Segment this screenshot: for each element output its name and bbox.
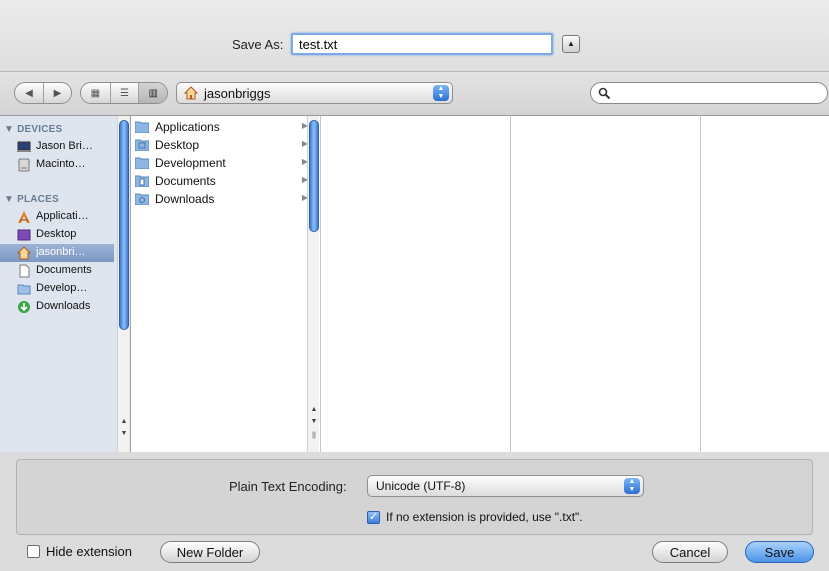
hide-extension-row[interactable]: Hide extension	[27, 544, 132, 559]
extension-checkbox-row[interactable]: ✓ If no extension is provided, use ".txt…	[367, 510, 583, 524]
column-1-scrollbar[interactable]: ▲ ▼ ||	[307, 116, 319, 452]
sidebar-scroll-thumb[interactable]	[119, 120, 129, 330]
file-browser: ▼ DEVICES Jason Bri… Macinto… ▼ PLACES A…	[0, 116, 829, 452]
sidebar-item-label: Applicati…	[36, 210, 89, 222]
sidebar-item-documents[interactable]: Documents	[0, 262, 114, 280]
back-button[interactable]: ◀	[15, 83, 43, 103]
search-icon	[598, 87, 611, 100]
browser-column-2	[321, 116, 511, 452]
column-1-scroll-thumb[interactable]	[309, 120, 319, 232]
sidebar-item-label: jasonbri…	[36, 246, 86, 258]
desktop-icon	[17, 229, 31, 241]
filename-input[interactable]	[291, 33, 553, 55]
sidebar-item-jason-computer[interactable]: Jason Bri…	[0, 138, 114, 156]
list-item[interactable]: Development ▶	[131, 154, 320, 172]
sidebar-item-label: Downloads	[36, 300, 91, 312]
location-label: jasonbriggs	[204, 86, 271, 101]
places-heading: ▼ PLACES	[4, 194, 59, 205]
sidebar-item-label: Documents	[36, 264, 92, 276]
list-item[interactable]: Desktop ▶	[131, 136, 320, 154]
collapse-dialog-button[interactable]: ▲	[562, 35, 580, 53]
list-icon: ☰	[120, 87, 129, 99]
scroll-up-arrow-icon[interactable]: ▲	[308, 404, 320, 415]
list-item[interactable]: Documents ▶	[131, 172, 320, 190]
sidebar-item-macintosh-hd[interactable]: Macinto…	[0, 156, 114, 174]
save-as-label: Save As:	[232, 37, 284, 52]
item-label: Desktop	[155, 138, 200, 152]
devices-heading: ▼ DEVICES	[4, 124, 63, 135]
extension-checkbox[interactable]: ✓	[367, 510, 380, 524]
cancel-button[interactable]: Cancel	[652, 541, 728, 563]
extension-checkbox-label: If no extension is provided, use ".txt".	[386, 510, 583, 524]
applications-folder-icon	[135, 121, 149, 133]
nav-buttons: ◀ ▶	[14, 82, 72, 104]
encoding-popup[interactable]: Unicode (UTF-8) ▲ ▼	[367, 475, 644, 497]
sidebar-item-development[interactable]: Develop…	[0, 280, 114, 298]
list-item[interactable]: Applications ▶	[131, 118, 320, 136]
triangle-up-icon: ▲	[567, 39, 575, 48]
forward-button[interactable]: ▶	[43, 83, 71, 103]
forward-arrow-icon: ▶	[53, 87, 62, 99]
desktop-folder-icon	[135, 139, 149, 151]
sidebar-item-home[interactable]: jasonbri…	[0, 244, 114, 262]
sidebar-scrollbar[interactable]: ▲ ▼	[117, 116, 129, 452]
popup-arrows-icon: ▲ ▼	[433, 85, 449, 101]
item-label: Downloads	[155, 192, 215, 206]
hard-drive-icon	[18, 158, 30, 172]
new-folder-button[interactable]: New Folder	[160, 541, 260, 563]
back-arrow-icon: ◀	[25, 87, 33, 99]
item-label: Development	[155, 156, 226, 170]
encoding-options-panel: Plain Text Encoding: Unicode (UTF-8) ▲ ▼ …	[16, 459, 813, 535]
downloads-folder-icon	[135, 193, 149, 205]
checkmark-icon: ✓	[368, 510, 379, 523]
browser-toolbar: ◀ ▶ ▦ ☰ ▥ jasonbriggs ▲ ▼	[0, 72, 829, 116]
list-view-button[interactable]: ☰	[109, 83, 139, 103]
sidebar-item-desktop[interactable]: Desktop	[0, 226, 114, 244]
hide-extension-label: Hide extension	[46, 544, 132, 559]
item-label: Applications	[155, 120, 220, 134]
computer-icon	[17, 141, 31, 152]
documents-folder-icon	[135, 175, 149, 187]
browser-column-4	[701, 116, 829, 452]
encoding-value: Unicode (UTF-8)	[376, 479, 466, 493]
columns-icon: ▥	[148, 87, 158, 99]
downloads-icon	[18, 301, 30, 313]
folder-icon	[135, 157, 149, 169]
dialog-footer: Plain Text Encoding: Unicode (UTF-8) ▲ ▼ …	[0, 452, 829, 571]
browser-column-3	[511, 116, 701, 452]
sidebar-item-label: Develop…	[36, 282, 88, 294]
list-item[interactable]: Downloads ▶	[131, 190, 320, 208]
hide-extension-checkbox[interactable]	[27, 545, 40, 558]
view-mode-buttons: ▦ ☰ ▥	[80, 82, 168, 104]
scroll-up-arrow-icon[interactable]: ▲	[118, 416, 130, 427]
save-button[interactable]: Save	[745, 541, 814, 563]
icon-view-button[interactable]: ▦	[81, 83, 110, 103]
column-resize-handle[interactable]: ||	[308, 430, 320, 441]
browser-column-1: Applications ▶ Desktop ▶ Development ▶ D…	[131, 116, 321, 452]
sidebar-item-downloads[interactable]: Downloads	[0, 298, 114, 316]
document-icon	[19, 264, 30, 278]
encoding-label: Plain Text Encoding:	[229, 479, 347, 494]
home-icon	[17, 246, 31, 260]
sidebar: ▼ DEVICES Jason Bri… Macinto… ▼ PLACES A…	[0, 116, 131, 452]
scroll-down-arrow-icon[interactable]: ▼	[308, 416, 320, 427]
location-popup[interactable]: jasonbriggs ▲ ▼	[176, 82, 453, 104]
search-field[interactable]	[590, 82, 828, 104]
applications-icon	[18, 211, 30, 223]
item-label: Documents	[155, 174, 216, 188]
save-as-bar: Save As: ▲	[0, 0, 829, 72]
sidebar-item-label: Macinto…	[36, 158, 86, 170]
sidebar-item-applications[interactable]: Applicati…	[0, 208, 114, 226]
column-view-button[interactable]: ▥	[138, 83, 167, 103]
scroll-down-arrow-icon[interactable]: ▼	[118, 428, 130, 439]
sidebar-item-label: Jason Bri…	[36, 140, 93, 152]
sidebar-item-label: Desktop	[36, 228, 77, 240]
popup-arrows-icon: ▲ ▼	[624, 478, 640, 494]
home-icon	[184, 86, 198, 100]
grid-icon: ▦	[90, 87, 101, 99]
folder-icon	[17, 284, 31, 295]
